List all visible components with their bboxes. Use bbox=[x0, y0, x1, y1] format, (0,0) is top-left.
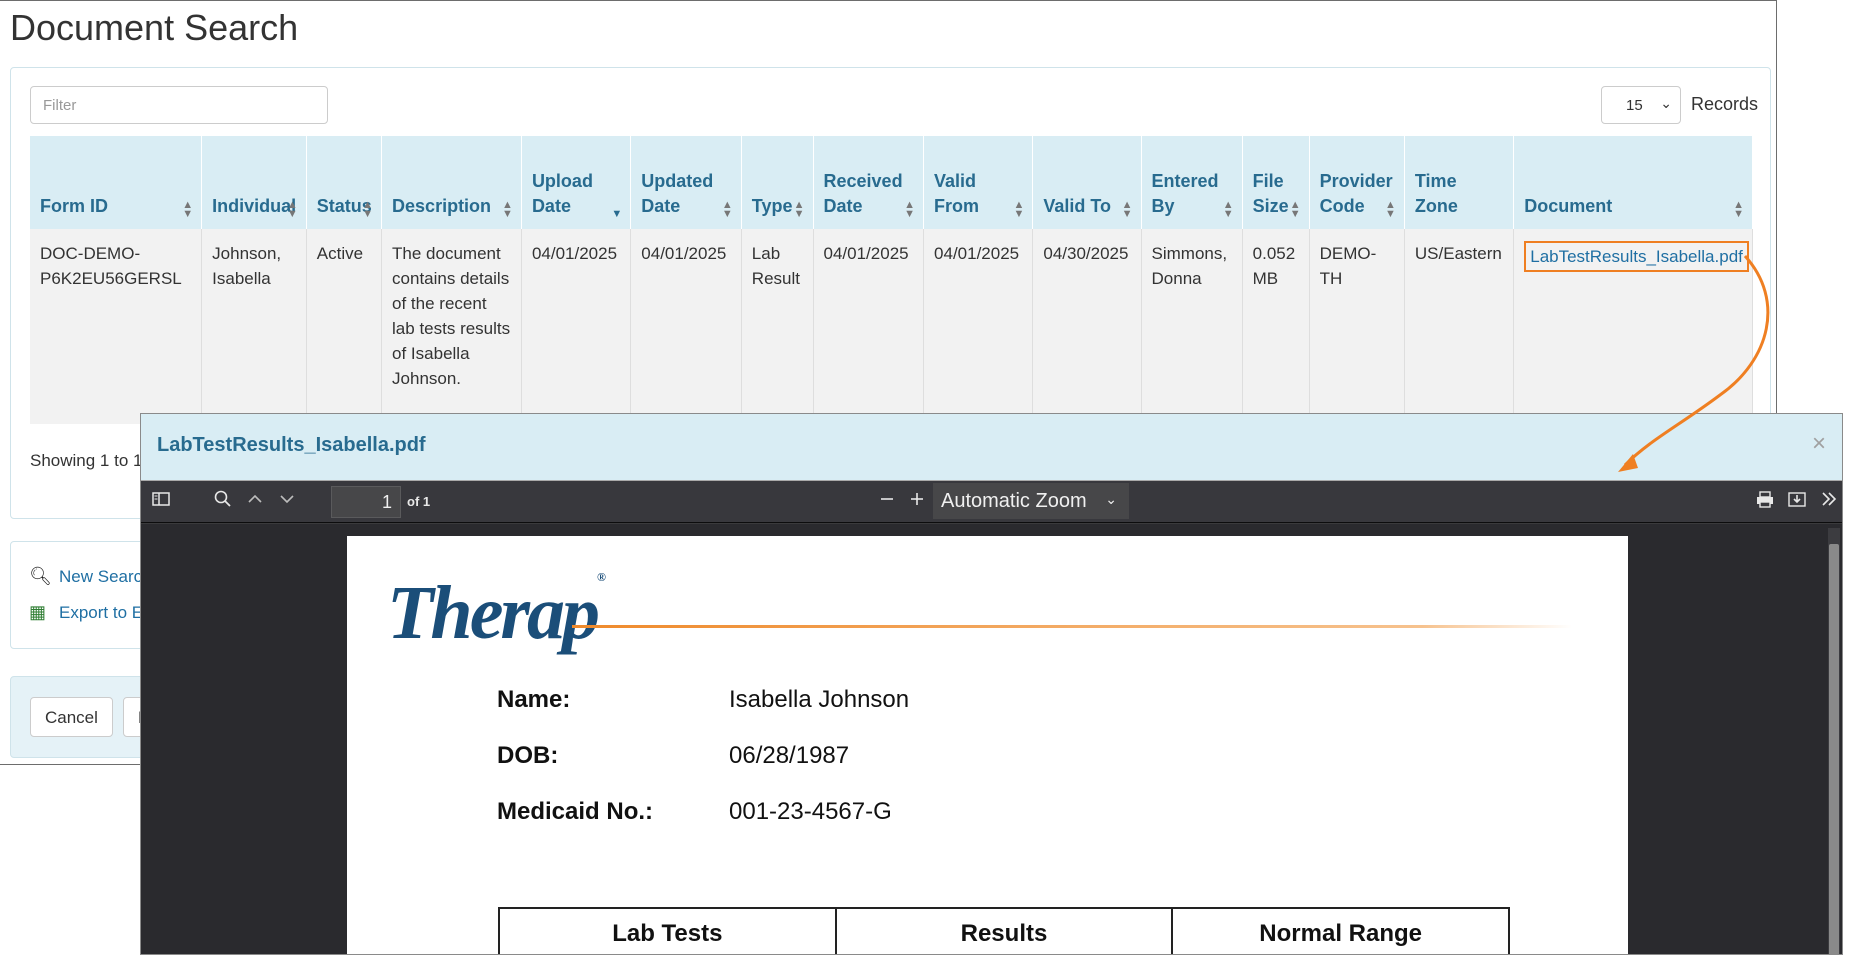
cell-file-size: 0.052 MB bbox=[1242, 229, 1310, 424]
column-header-time-zone[interactable]: Time Zone bbox=[1404, 136, 1515, 229]
sort-icon: ▲ ▼ bbox=[1013, 199, 1025, 220]
column-header-description[interactable]: Description ▲ ▼ bbox=[381, 136, 522, 229]
modal-header: LabTestResults_Isabella.pdf × bbox=[141, 414, 1842, 481]
sort-icon: ▲ ▼ bbox=[793, 199, 805, 220]
sort-icon: ▲ ▼ bbox=[721, 199, 733, 220]
column-header-received-date[interactable]: Received Date ▲ ▼ bbox=[813, 136, 925, 229]
new-search-link[interactable]: 🔍︎ New Search bbox=[29, 566, 152, 587]
cell-upload-date: 04/01/2025 bbox=[521, 229, 632, 424]
sort-icon: ▲ ▼ bbox=[1222, 199, 1234, 220]
zoom-select[interactable]: Automatic Zoom ⌄ bbox=[933, 483, 1129, 519]
column-header-status[interactable]: Status ▲ ▼ bbox=[306, 136, 383, 229]
pagination-info: Showing 1 to 1 bbox=[30, 451, 143, 470]
chevron-up-icon[interactable] bbox=[245, 489, 265, 515]
column-header-individual[interactable]: Individual ▲ ▼ bbox=[201, 136, 307, 229]
close-icon[interactable]: × bbox=[1812, 430, 1826, 458]
results-table: Form ID ▲ ▼ Individual ▲ ▼ Status ▲ ▼ Descript… bbox=[30, 136, 1753, 424]
column-header-form-id[interactable]: Form ID ▲ ▼ bbox=[30, 136, 203, 229]
cell-entered-by: Simmons, Donna bbox=[1141, 229, 1243, 424]
cell-time-zone: US/Eastern bbox=[1404, 229, 1515, 424]
search-icon[interactable] bbox=[213, 489, 233, 515]
column-header-provider-code[interactable]: Provider Code ▲ ▼ bbox=[1309, 136, 1405, 229]
sidebar-toggle-icon[interactable] bbox=[151, 489, 171, 515]
cell-individual: Johnson, Isabella bbox=[201, 229, 307, 424]
zoom-out-icon[interactable] bbox=[877, 489, 897, 515]
page-number-input[interactable] bbox=[331, 486, 401, 518]
cell-valid-to: 04/30/2025 bbox=[1032, 229, 1142, 424]
column-header-entered-by[interactable]: Entered By ▲ ▼ bbox=[1141, 136, 1243, 229]
document-link-highlight: LabTestResults_Isabella.pdf bbox=[1524, 241, 1749, 272]
sort-icon: ▲ ▼ bbox=[502, 199, 513, 220]
zoom-in-icon[interactable] bbox=[907, 489, 927, 515]
chevron-down-icon: ⌄ bbox=[1105, 491, 1117, 507]
sort-icon: ▲ ▼ bbox=[1121, 199, 1133, 220]
cell-provider-code: DEMO-TH bbox=[1309, 229, 1405, 424]
lab-tests-header: Lab Tests bbox=[498, 907, 837, 954]
zoom-value: Automatic Zoom bbox=[941, 490, 1087, 512]
double-chevron-right-icon[interactable] bbox=[1819, 489, 1839, 515]
column-header-valid-to[interactable]: Valid To ▲ ▼ bbox=[1032, 136, 1142, 229]
cell-document: LabTestResults_Isabella.pdf bbox=[1513, 229, 1753, 424]
pdf-page: Therap® Name: Isabella Johnson DOB: 06/2… bbox=[347, 536, 1628, 954]
medicaid-value: 001-23-4567-G bbox=[729, 798, 892, 825]
column-header-document[interactable]: Document ▲ ▼ bbox=[1513, 136, 1753, 229]
download-icon[interactable] bbox=[1787, 489, 1807, 515]
column-header-type[interactable]: Type ▲ ▼ bbox=[741, 136, 814, 229]
sort-icon: ▲ ▼ bbox=[362, 199, 374, 220]
dob-label: DOB: bbox=[497, 742, 559, 769]
sort-icon: ▲ ▼ bbox=[904, 199, 916, 220]
cell-received-date: 04/01/2025 bbox=[813, 229, 925, 424]
scrollbar-thumb[interactable] bbox=[1829, 544, 1839, 954]
pdf-viewer-modal: LabTestResults_Isabella.pdf × of 1 Autom… bbox=[140, 413, 1843, 955]
column-header-valid-from[interactable]: Valid From ▲ ▼ bbox=[923, 136, 1034, 229]
cell-updated-date: 04/01/2025 bbox=[630, 229, 742, 424]
chevron-down-icon: ⌄ bbox=[1660, 95, 1672, 111]
modal-title: LabTestResults_Isabella.pdf bbox=[157, 434, 426, 456]
sort-icon: ▲ ▼ bbox=[286, 199, 298, 220]
print-icon[interactable] bbox=[1755, 489, 1775, 515]
results-header: Results bbox=[834, 907, 1174, 954]
filter-input[interactable] bbox=[30, 86, 328, 124]
sort-icon: ▲ ▼ bbox=[1385, 199, 1396, 220]
excel-icon: ▦ bbox=[29, 602, 47, 622]
medicaid-label: Medicaid No.: bbox=[497, 798, 654, 825]
cell-form-id: DOC-DEMO-P6K2EU56GERSL bbox=[30, 229, 203, 424]
column-header-upload-date[interactable]: Upload Date ▼ bbox=[521, 136, 632, 229]
magnifier-icon: 🔍︎ bbox=[29, 566, 52, 586]
name-value: Isabella Johnson bbox=[729, 686, 910, 713]
chevron-down-icon[interactable] bbox=[277, 489, 297, 515]
cell-description: The document contains details of the rec… bbox=[381, 229, 522, 424]
pdf-viewport[interactable]: Therap® Name: Isabella Johnson DOB: 06/2… bbox=[141, 524, 1842, 954]
cell-type: Lab Result bbox=[741, 229, 814, 424]
logo-divider bbox=[572, 625, 1572, 628]
export-link[interactable]: ▦ Export to E bbox=[29, 602, 143, 623]
column-header-file-size[interactable]: File Size ▲ ▼ bbox=[1242, 136, 1310, 229]
table-row: DOC-DEMO-P6K2EU56GERSL Johnson, Isabella… bbox=[30, 229, 1753, 424]
page-count: of 1 bbox=[407, 494, 431, 509]
pdf-toolbar: of 1 Automatic Zoom ⌄ bbox=[141, 481, 1842, 523]
records-label: Records bbox=[1691, 94, 1759, 114]
table-header-row: Form ID ▲ ▼ Individual ▲ ▼ Status ▲ ▼ Descript… bbox=[30, 136, 1753, 229]
normal-range-header: Normal Range bbox=[1171, 907, 1510, 954]
records-per-page-value: 15 bbox=[1626, 97, 1643, 114]
cell-status: Active bbox=[306, 229, 383, 424]
sort-desc-icon: ▼ bbox=[611, 208, 623, 220]
therap-logo: Therap® bbox=[387, 570, 606, 655]
document-link[interactable]: LabTestResults_Isabella.pdf bbox=[1530, 247, 1743, 266]
page-title: Document Search bbox=[10, 7, 299, 48]
cell-valid-from: 04/01/2025 bbox=[923, 229, 1034, 424]
dob-value: 06/28/1987 bbox=[729, 742, 850, 769]
sort-icon: ▲ ▼ bbox=[1289, 199, 1301, 220]
lab-results-table: Lab Tests Results Normal Range bbox=[498, 907, 1510, 954]
name-label: Name: bbox=[497, 686, 571, 713]
scrollbar[interactable] bbox=[1828, 528, 1840, 954]
records-per-page-select[interactable]: 15 ⌄ bbox=[1601, 86, 1681, 124]
cancel-button[interactable]: Cancel bbox=[30, 697, 113, 737]
sort-icon: ▲ ▼ bbox=[1733, 199, 1744, 220]
sort-icon: ▲ ▼ bbox=[182, 199, 194, 220]
lab-table-header-row: Lab Tests Results Normal Range bbox=[498, 907, 1510, 954]
column-header-updated-date[interactable]: Updated Date ▲ ▼ bbox=[630, 136, 742, 229]
